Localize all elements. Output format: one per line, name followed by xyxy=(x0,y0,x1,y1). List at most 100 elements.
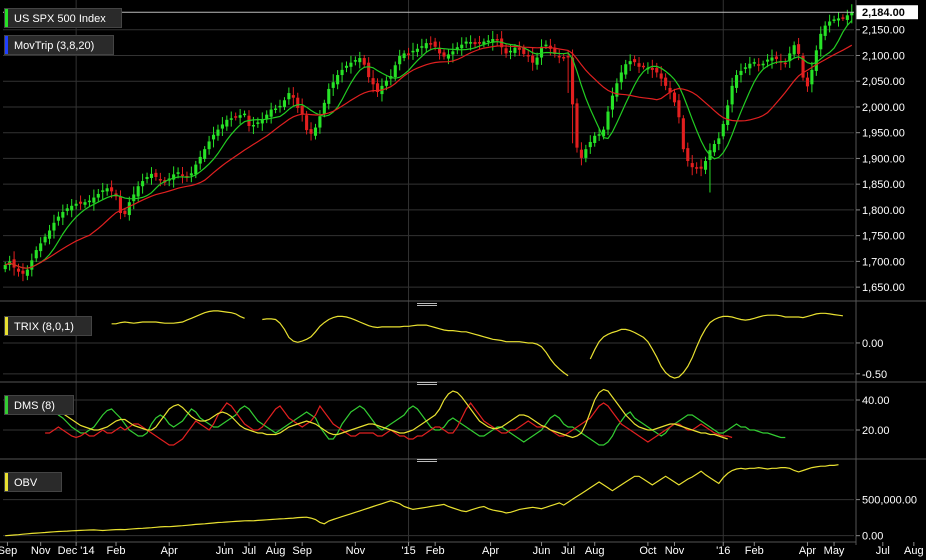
candle-body xyxy=(251,124,255,127)
candle-body xyxy=(300,105,304,115)
candle-body xyxy=(65,208,69,211)
candle-body xyxy=(92,197,96,203)
candle-body xyxy=(610,95,614,110)
candle-body xyxy=(717,138,721,145)
candle-body xyxy=(460,44,464,49)
legend-obv[interactable]: OBV xyxy=(4,472,62,492)
candle-body xyxy=(309,129,313,134)
axis-layer: Sep Nov Dec '14 Feb Apr Jun Jul Aug Sep Nov '15 Feb… xyxy=(0,0,926,557)
candle-body xyxy=(672,92,677,103)
chart-stage: 2,184.00 Sep Nov Dec '14 Feb Apr Jun Jul Aug Sep… xyxy=(0,0,926,557)
candle-body xyxy=(655,67,659,73)
candle-body xyxy=(606,111,610,130)
candle-body xyxy=(752,62,756,64)
candle-body xyxy=(34,250,38,259)
candle-body xyxy=(504,48,508,54)
candle-body xyxy=(451,51,455,55)
panel-resize-handle-2[interactable] xyxy=(417,381,437,387)
candle-body xyxy=(269,109,273,117)
price-axis-tick-label: 2,050.00 xyxy=(862,76,905,88)
x-tick-label: Aug xyxy=(266,545,286,557)
candle-body xyxy=(792,45,796,55)
x-tick-label: Feb xyxy=(426,545,445,557)
candle-body xyxy=(110,187,114,192)
x-tick-label: Sep xyxy=(292,545,312,557)
candle-body xyxy=(686,148,690,162)
candle-body xyxy=(584,149,588,158)
candle-body xyxy=(845,15,849,20)
candle-body xyxy=(278,105,282,108)
candle-body xyxy=(424,43,428,49)
candle-body xyxy=(442,52,446,57)
panel-resize-handle-1[interactable] xyxy=(417,302,437,308)
candle-body xyxy=(699,166,703,169)
trix-line xyxy=(589,312,843,379)
price-axis-tick-label: 1,950.00 xyxy=(862,128,905,140)
candle-body xyxy=(260,119,264,124)
candle-body xyxy=(384,80,388,86)
candle-body xyxy=(123,210,127,215)
candle-body xyxy=(225,119,229,127)
legend-obv-label: OBV xyxy=(14,477,38,489)
legend-price[interactable]: US SPX 500 Index xyxy=(4,8,122,28)
legend-dms[interactable]: DMS (8) xyxy=(4,395,74,415)
price-axis-tick-label: 1,700.00 xyxy=(862,256,905,268)
candle-body xyxy=(220,124,224,129)
candle-body xyxy=(633,59,637,63)
candle-body xyxy=(25,269,29,276)
candle-body xyxy=(464,41,468,44)
candle-body xyxy=(371,78,375,85)
legend-price-label: US SPX 500 Index xyxy=(14,13,106,25)
x-tick-label: Jul xyxy=(242,545,256,557)
candle-body xyxy=(411,50,415,53)
legend-movtrip[interactable]: MovTrip (3,8,20) xyxy=(4,35,114,55)
legend-trix-label: TRIX (8,0,1) xyxy=(14,321,74,333)
moving-average-fast xyxy=(4,20,853,269)
candle-body xyxy=(149,173,154,178)
candle-body xyxy=(664,77,668,86)
candle-body xyxy=(726,105,730,125)
x-tick-label: Aug xyxy=(904,545,924,557)
candle-body xyxy=(16,268,21,272)
candle-body xyxy=(141,181,145,187)
legend-trix[interactable]: TRIX (8,0,1) xyxy=(4,316,92,336)
candle-body xyxy=(774,56,778,60)
candle-body xyxy=(429,43,433,45)
candle-body xyxy=(508,50,513,53)
candle-body xyxy=(783,62,787,65)
candle-body xyxy=(721,123,725,137)
x-tick-label: Apr xyxy=(799,545,816,557)
candle-body xyxy=(681,118,685,150)
candle-body xyxy=(770,57,774,61)
candle-body xyxy=(579,149,583,158)
candle-body xyxy=(56,216,60,221)
candle-body xyxy=(814,50,818,71)
trix-axis-tick-label: -0.50 xyxy=(862,369,887,381)
candle-body xyxy=(305,115,309,131)
candle-body xyxy=(415,48,419,52)
candle-body xyxy=(256,122,260,124)
candle-body xyxy=(805,77,810,87)
candle-body xyxy=(12,259,16,268)
candle-body xyxy=(402,53,406,59)
candle-body xyxy=(313,127,318,136)
x-tick-label: Nov xyxy=(665,545,685,557)
candle-body xyxy=(748,63,752,69)
candle-body xyxy=(539,46,544,58)
x-tick-label: May xyxy=(824,545,845,557)
candle-body xyxy=(695,167,699,169)
candle-body xyxy=(531,55,535,63)
candle-body xyxy=(101,190,105,192)
candle-body xyxy=(336,75,340,85)
candle-body xyxy=(739,70,743,76)
candle-body xyxy=(823,25,827,36)
panel-resize-handle-3[interactable] xyxy=(417,458,437,464)
candle-body xyxy=(87,200,91,203)
candle-body xyxy=(265,114,269,119)
price-axis-tick-label: 1,800.00 xyxy=(862,205,905,217)
candle-body xyxy=(797,44,801,54)
obv-line xyxy=(5,464,839,537)
candle-body xyxy=(367,62,371,78)
candle-body xyxy=(761,63,765,66)
candle-body xyxy=(703,161,708,170)
